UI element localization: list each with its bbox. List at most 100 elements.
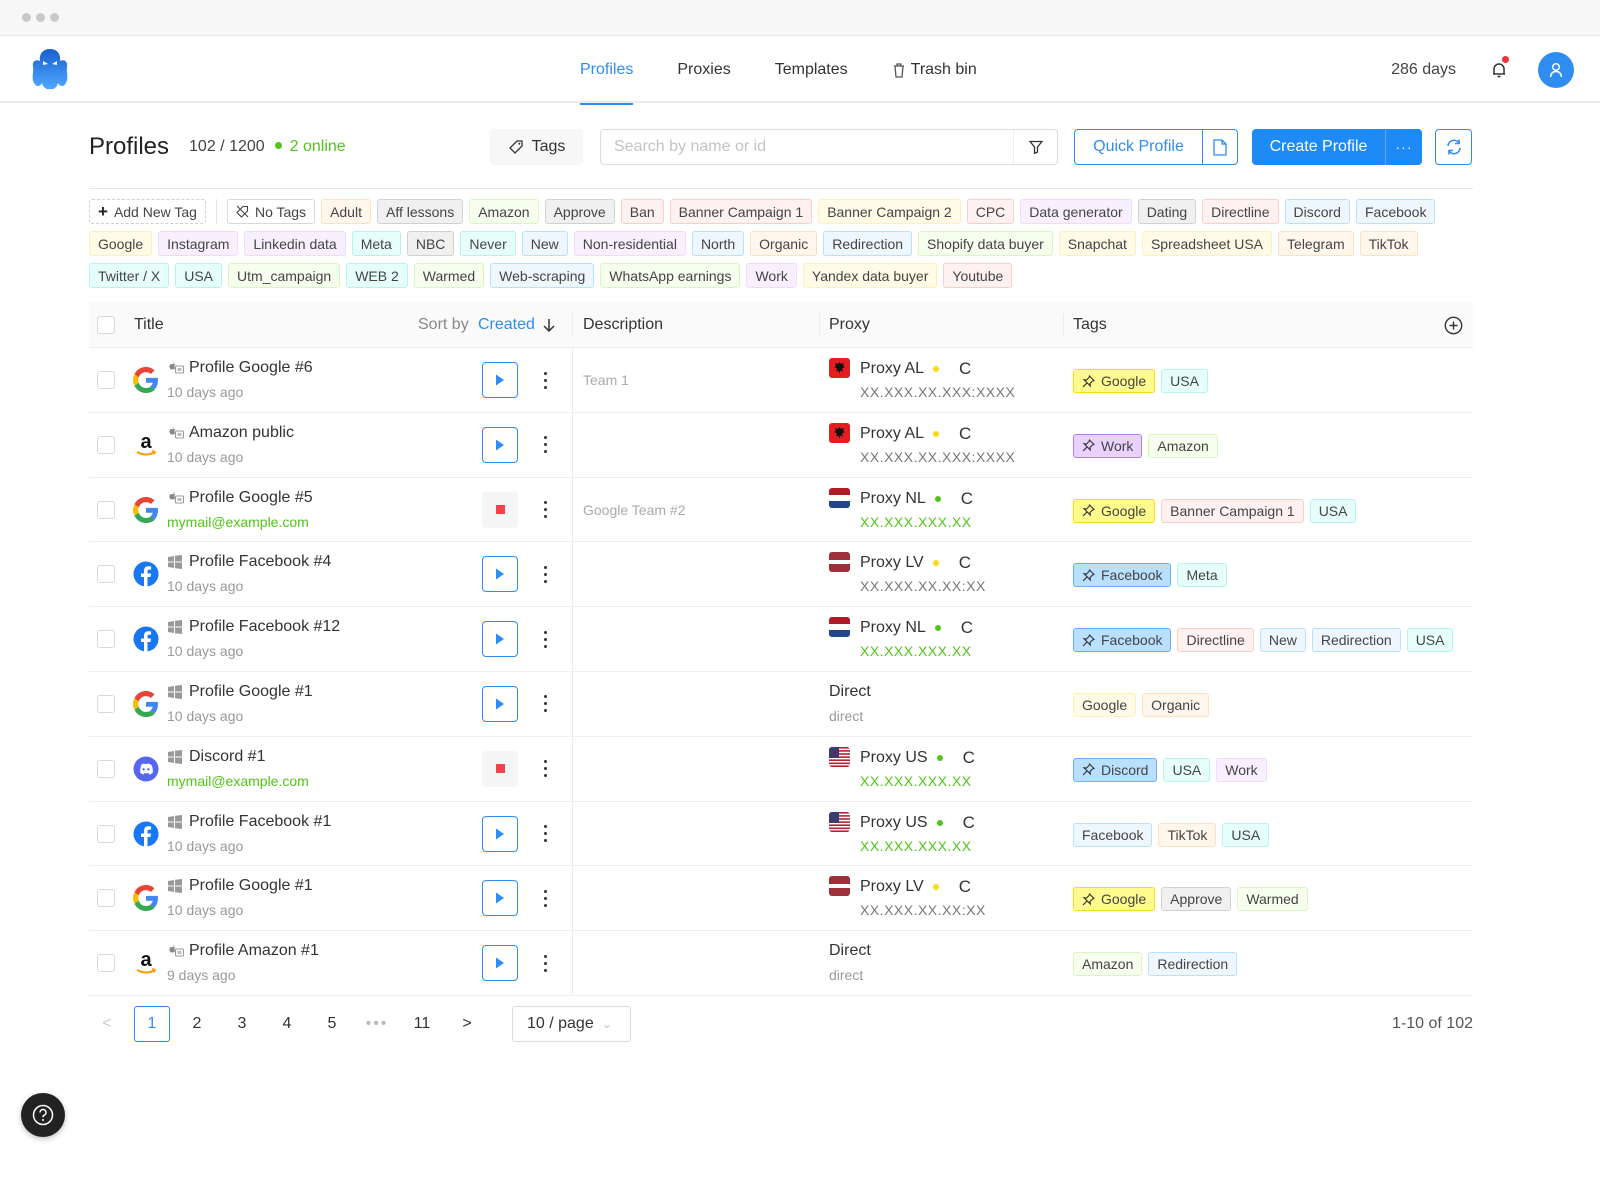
add-new-tag-button[interactable]: + Add New Tag	[89, 199, 206, 224]
stop-button[interactable]	[482, 491, 518, 528]
table-row[interactable]: Profile Google #1 10 days ago Proxy LV C XX.…	[89, 866, 1473, 932]
proxy-name[interactable]: Proxy LV	[860, 878, 924, 896]
page-11-button[interactable]: 11	[404, 1006, 440, 1042]
tag-filter-spreadsheet-usa[interactable]: Spreadsheet USA	[1141, 231, 1273, 256]
quick-profile-button[interactable]: Quick Profile	[1075, 130, 1203, 164]
reload-proxy-icon[interactable]: C	[961, 618, 973, 638]
tag-filter-aff-lessons[interactable]: Aff lessons	[376, 199, 464, 224]
start-button[interactable]	[482, 621, 518, 658]
proxy-name[interactable]: Proxy NL	[860, 490, 926, 508]
reload-proxy-icon[interactable]: C	[959, 553, 971, 573]
proxy-name[interactable]: Proxy NL	[860, 619, 926, 637]
row-tag[interactable]: Work	[1073, 433, 1143, 458]
profile-title[interactable]: Profile Facebook #1	[189, 813, 331, 831]
tag-filter-youtube[interactable]: Youtube	[943, 263, 1013, 288]
profile-title[interactable]: Profile Google #6	[189, 359, 313, 377]
quick-profile-file-button[interactable]	[1203, 130, 1237, 164]
row-tag[interactable]: Amazon	[1073, 952, 1143, 977]
create-profile-more-button[interactable]: ···	[1386, 129, 1422, 165]
row-menu-button[interactable]	[537, 623, 553, 655]
page-size-select[interactable]: 10 / page ⌄	[512, 1006, 631, 1042]
tag-filter-utm-campaign[interactable]: Utm_campaign	[228, 263, 341, 288]
tag-filter-web-scraping[interactable]: Web-scraping	[490, 263, 595, 288]
start-button[interactable]	[482, 556, 518, 593]
window-close-button[interactable]	[22, 13, 31, 22]
next-page-button[interactable]: >	[449, 1006, 485, 1042]
select-all-checkbox[interactable]	[97, 315, 115, 334]
tags-button[interactable]: Tags	[490, 129, 583, 165]
filter-button[interactable]	[1013, 130, 1057, 164]
tag-filter-non-residential[interactable]: Non-residential	[573, 231, 686, 256]
tag-filter-banner-campaign-2[interactable]: Banner Campaign 2	[818, 199, 961, 224]
start-button[interactable]	[482, 362, 518, 398]
table-row[interactable]: Profile Facebook #12 10 days ago Proxy NL C…	[89, 607, 1473, 672]
row-tag[interactable]: Discord	[1073, 757, 1158, 782]
table-row[interactable]: Discord #1 mymail@example.com Proxy US C XX.…	[89, 736, 1473, 802]
row-checkbox[interactable]	[97, 824, 115, 843]
tag-filter-data-generator[interactable]: Data generator	[1020, 199, 1132, 224]
tag-filter-shopify-data-buyer[interactable]: Shopify data buyer	[918, 231, 1053, 256]
tag-filter-tiktok[interactable]: TikTok	[1359, 231, 1418, 256]
row-checkbox[interactable]	[97, 565, 115, 584]
proxy-name[interactable]: Proxy AL	[860, 425, 924, 443]
prev-page-button[interactable]: <	[89, 1006, 125, 1042]
start-button[interactable]	[482, 685, 518, 722]
row-checkbox[interactable]	[97, 371, 115, 389]
tab-profiles[interactable]: Profiles	[580, 36, 634, 105]
row-checkbox[interactable]	[97, 759, 115, 778]
tag-filter-linkedin-data[interactable]: Linkedin data	[244, 231, 346, 256]
help-button[interactable]	[21, 1093, 65, 1137]
reload-proxy-icon[interactable]: C	[959, 877, 971, 897]
row-tag[interactable]: Banner Campaign 1	[1161, 498, 1304, 523]
row-menu-button[interactable]	[537, 818, 553, 850]
row-checkbox[interactable]	[97, 694, 115, 713]
row-tag[interactable]: Google	[1073, 887, 1156, 912]
tag-filter-facebook[interactable]: Facebook	[1355, 199, 1436, 224]
row-tag[interactable]: Approve	[1161, 887, 1232, 912]
tag-filter-work[interactable]: Work	[746, 263, 797, 288]
page-5-button[interactable]: 5	[314, 1006, 350, 1042]
sort-field-button[interactable]: Created	[478, 316, 535, 334]
profile-title[interactable]: Profile Facebook #12	[189, 618, 340, 636]
sort-desc-icon[interactable]	[543, 318, 555, 332]
tag-filter-amazon[interactable]: Amazon	[469, 199, 539, 224]
page-1-button[interactable]: 1	[134, 1006, 170, 1042]
proxy-name[interactable]: Proxy LV	[860, 554, 924, 572]
row-menu-button[interactable]	[537, 558, 553, 590]
tab-templates[interactable]: Templates	[775, 36, 848, 103]
row-tag[interactable]: Google	[1073, 498, 1156, 523]
row-checkbox[interactable]	[97, 630, 115, 649]
profile-title[interactable]: Discord #1	[189, 748, 265, 766]
row-menu-button[interactable]	[537, 364, 553, 396]
start-button[interactable]	[482, 426, 518, 463]
tag-filter-twitter-x[interactable]: Twitter / X	[89, 263, 170, 288]
row-tag[interactable]: Facebook	[1073, 822, 1153, 847]
tag-filter-new[interactable]: New	[521, 231, 568, 256]
reload-proxy-icon[interactable]: C	[963, 813, 975, 833]
proxy-name[interactable]: Proxy AL	[860, 360, 924, 378]
tag-filter-never[interactable]: Never	[460, 231, 516, 256]
row-tag[interactable]: Google	[1073, 692, 1137, 717]
row-checkbox[interactable]	[97, 889, 115, 908]
row-tag[interactable]: Amazon	[1148, 433, 1218, 458]
tag-filter-discord[interactable]: Discord	[1284, 199, 1350, 224]
tag-filter-cpc[interactable]: CPC	[966, 199, 1015, 224]
row-checkbox[interactable]	[97, 954, 115, 973]
row-menu-button[interactable]	[537, 947, 553, 979]
create-profile-button[interactable]: Create Profile	[1252, 129, 1386, 165]
tag-filter-adult[interactable]: Adult	[321, 199, 371, 224]
tag-filter-snapchat[interactable]: Snapchat	[1058, 231, 1136, 256]
tag-filter-yandex-data-buyer[interactable]: Yandex data buyer	[802, 263, 938, 288]
app-logo[interactable]	[26, 45, 74, 93]
refresh-button[interactable]	[1435, 129, 1472, 165]
tag-filter-ban[interactable]: Ban	[620, 199, 664, 224]
row-tag[interactable]: Meta	[1177, 563, 1227, 588]
proxy-name[interactable]: Proxy US	[860, 749, 928, 767]
reload-proxy-icon[interactable]: C	[959, 359, 971, 379]
tag-filter-dating[interactable]: Dating	[1137, 199, 1197, 224]
row-tag[interactable]: Redirection	[1148, 952, 1238, 977]
window-maximize-button[interactable]	[50, 13, 59, 22]
tag-filter-approve[interactable]: Approve	[544, 199, 615, 224]
page-3-button[interactable]: 3	[224, 1006, 260, 1042]
row-tag[interactable]: Facebook	[1073, 563, 1172, 588]
